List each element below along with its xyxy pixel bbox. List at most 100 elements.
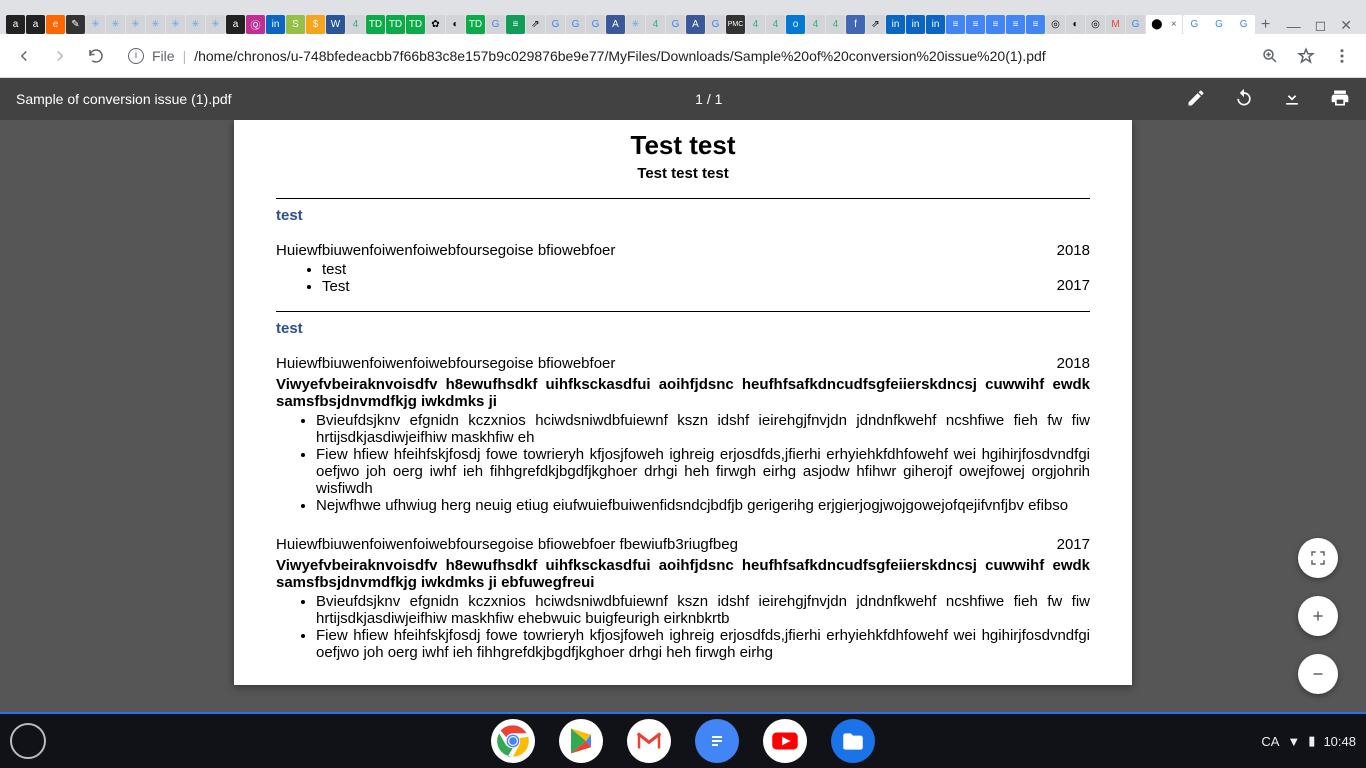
page-container: Test test Test test test test Huiewfbiuw… (234, 120, 1132, 685)
close-tab-icon[interactable]: × (1171, 19, 1177, 30)
forward-button[interactable] (46, 42, 74, 70)
tab-favicon[interactable]: ✎ (66, 15, 85, 34)
divider (276, 198, 1090, 199)
launcher-button[interactable] (10, 723, 46, 759)
tab-favicon[interactable]: 4 (806, 15, 825, 34)
tab-favicon[interactable]: a (26, 15, 45, 34)
entry-bullets: Bvieufdsjknv efgnidn kczxnios hciwdsniwd… (316, 593, 1090, 661)
tab-favicon[interactable]: ◐ (1066, 15, 1085, 34)
tab-favicon[interactable]: S (286, 15, 305, 34)
tab-favicon[interactable]: TD (366, 15, 385, 34)
tab-favicon[interactable]: ✿ (426, 15, 445, 34)
close-icon[interactable]: ✕ (1340, 17, 1352, 34)
info-icon[interactable]: i (128, 48, 144, 64)
gmail-icon[interactable] (627, 719, 671, 763)
tab-favicon[interactable]: 4 (826, 15, 845, 34)
zoom-in-button[interactable] (1298, 596, 1338, 636)
chrome-app-icon[interactable] (491, 719, 535, 763)
tab-favicon[interactable]: Ⓠ (246, 15, 265, 34)
new-tab-button[interactable]: + (1256, 15, 1275, 34)
entry-year: 2018 (1057, 355, 1090, 372)
tab-strip: a a e ✎ ✳ ✳ ✳ ✳ ✳ ✳ ✳ a Ⓠ in S $ W 4 TD … (0, 0, 1366, 34)
tab-favicon[interactable]: ◎ (1086, 15, 1105, 34)
tab-favicon[interactable]: ⇗ (526, 15, 545, 34)
tab-favicon[interactable]: ≡ (946, 15, 965, 34)
pdf-viewer[interactable]: Test test Test test test test Huiewfbiuw… (0, 120, 1366, 712)
tab-favicon[interactable]: G (586, 15, 605, 34)
tab-favicon[interactable]: TD (406, 15, 425, 34)
rotate-icon[interactable] (1234, 88, 1254, 111)
menu-icon[interactable] (1328, 42, 1356, 70)
download-icon[interactable] (1282, 88, 1302, 111)
youtube-icon[interactable] (763, 719, 807, 763)
tab-favicon[interactable]: a (226, 15, 245, 34)
tab-favicon[interactable]: 4 (766, 15, 785, 34)
tab-favicon[interactable]: PMC (726, 15, 745, 34)
tab-favicon[interactable]: G (566, 15, 585, 34)
tab-favicon[interactable]: ✳ (106, 15, 125, 34)
maximize-icon[interactable]: ◻ (1315, 17, 1327, 34)
play-store-icon[interactable] (559, 719, 603, 763)
tab-favicon[interactable]: in (266, 15, 285, 34)
tab-favicon[interactable]: ≡ (966, 15, 985, 34)
docs-icon[interactable] (695, 719, 739, 763)
tab-favicon[interactable]: in (886, 15, 905, 34)
tab-favicon[interactable]: G (706, 15, 725, 34)
tab-favicon[interactable]: ◎ (1046, 15, 1065, 34)
tab-favicon[interactable]: a (6, 15, 25, 34)
tab-favicon[interactable]: 4 (346, 15, 365, 34)
tab-favicon[interactable]: ≡ (506, 15, 525, 34)
tab-favicon[interactable]: ◐ (446, 15, 465, 34)
tab-favicon[interactable]: ≡ (1026, 15, 1045, 34)
address-bar: i File | /home/chronos/u-748bfedeacbb7f6… (0, 34, 1366, 78)
tab-favicon[interactable]: ✳ (186, 15, 205, 34)
zoom-icon[interactable] (1256, 42, 1284, 70)
status-tray[interactable]: CA ▼ ▮ 10:48 (1261, 733, 1356, 749)
tab-favicon[interactable]: G (546, 15, 565, 34)
entry-title: Huiewfbiuwenfoiwenfoiwebfoursegoise bfio… (276, 242, 615, 259)
tab-favicon[interactable]: G (1126, 15, 1145, 34)
list-item: Bvieufdsjknv efgnidn kczxnios hciwdsniwd… (316, 412, 1090, 446)
tab-favicon[interactable]: W (326, 15, 345, 34)
tab-favicon[interactable]: 4 (646, 15, 665, 34)
tab-favicon[interactable]: M (1106, 15, 1125, 34)
tab-favicon[interactable]: ✳ (166, 15, 185, 34)
print-icon[interactable] (1330, 88, 1350, 111)
tab-favicon[interactable]: $ (306, 15, 325, 34)
tab-favicon[interactable]: ≡ (1006, 15, 1025, 34)
tab-favicon[interactable]: ✳ (626, 15, 645, 34)
url-field[interactable]: i File | /home/chronos/u-748bfedeacbb7f6… (118, 41, 1248, 71)
url-scheme: File (152, 48, 175, 64)
fit-page-button[interactable] (1298, 538, 1338, 578)
doc-title: Test test (276, 130, 1090, 161)
tab-favicon[interactable]: in (906, 15, 925, 34)
tab-favicon[interactable]: A (606, 15, 625, 34)
tab-favicon[interactable]: e (46, 15, 65, 34)
tab-favicon[interactable]: ✳ (86, 15, 105, 34)
tab-favicon[interactable]: A (686, 15, 705, 34)
minimize-icon[interactable]: — (1287, 18, 1301, 34)
tab-favicon[interactable]: 4 (746, 15, 765, 34)
back-button[interactable] (10, 42, 38, 70)
tab-favicon[interactable]: G (486, 15, 505, 34)
tab-favicon[interactable]: ✳ (206, 15, 225, 34)
tab-favicon[interactable]: ✳ (146, 15, 165, 34)
tab-active[interactable]: ⬤ × (1146, 15, 1182, 34)
bookmark-icon[interactable] (1292, 42, 1320, 70)
tab-favicon[interactable]: ≡ (986, 15, 1005, 34)
edit-icon[interactable] (1186, 88, 1206, 111)
tab-favicon[interactable]: ✳ (126, 15, 145, 34)
files-icon[interactable] (831, 719, 875, 763)
tab-favicon[interactable]: in (926, 15, 945, 34)
tab-favicon[interactable]: o (786, 15, 805, 34)
entry-year: 2017 (1057, 536, 1090, 553)
tab-favicon[interactable]: ⇗ (866, 15, 885, 34)
reload-button[interactable] (82, 42, 110, 70)
window-controls: — ◻ ✕ (1279, 17, 1360, 34)
tab-favicon[interactable]: f (846, 15, 865, 34)
tab-favicon[interactable]: TD (386, 15, 405, 34)
tab-favicon[interactable]: TD (466, 15, 485, 34)
tab-group[interactable]: GGG (1183, 15, 1255, 34)
tab-favicon[interactable]: G (666, 15, 685, 34)
zoom-out-button[interactable] (1298, 654, 1338, 694)
